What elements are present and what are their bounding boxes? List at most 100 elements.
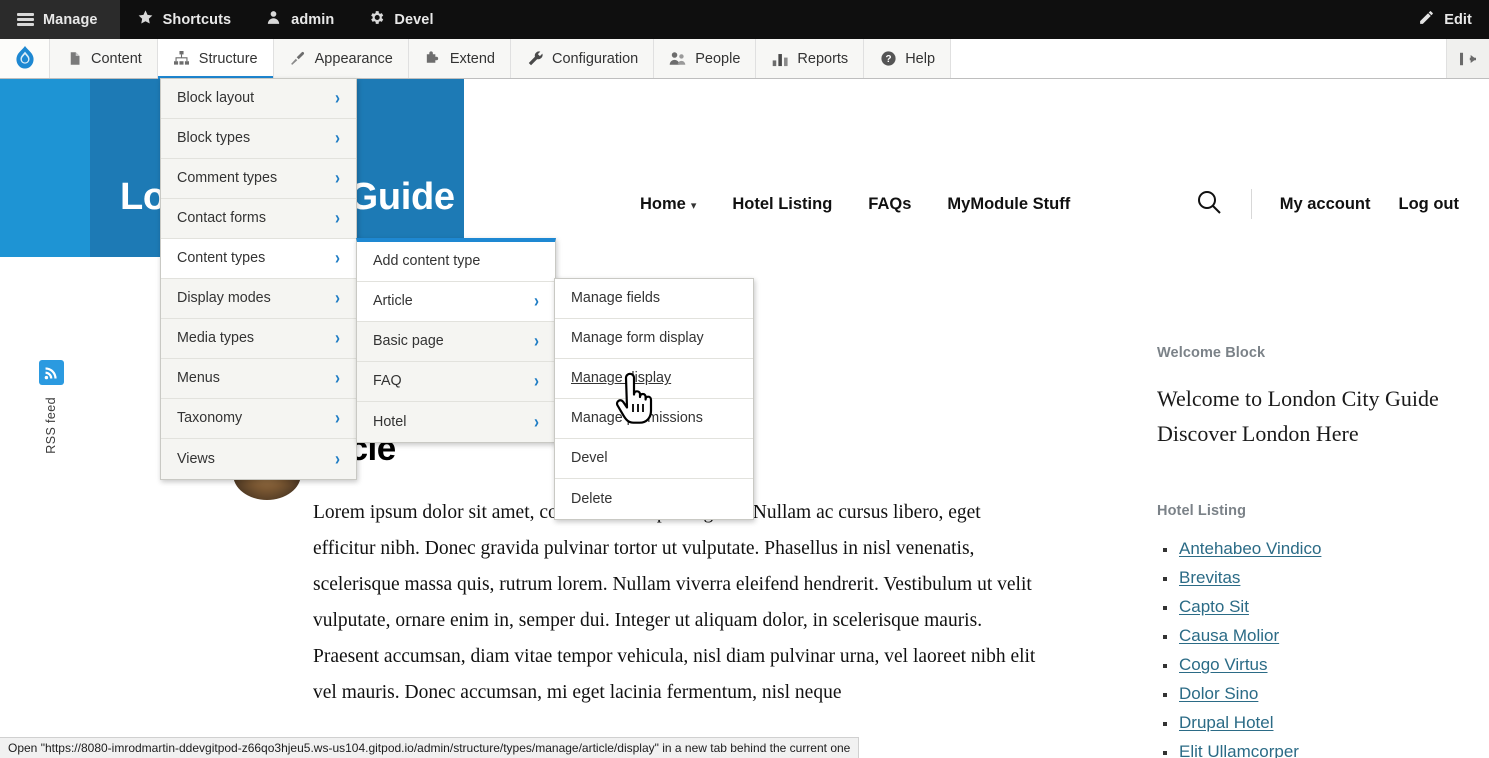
hotel-link[interactable]: Elit Ullamcorper xyxy=(1179,742,1299,758)
menu-item-label: Manage display xyxy=(571,370,672,387)
menu-item-label: Devel xyxy=(571,450,608,467)
nav-item-faqs[interactable]: FAQs xyxy=(868,195,911,214)
admin-bar-spacer xyxy=(451,0,1402,39)
menu-item-content-types[interactable]: Content types › xyxy=(161,239,356,279)
admin-item-label: Devel xyxy=(394,11,434,28)
hotel-link[interactable]: Cogo Virtus xyxy=(1179,655,1268,674)
menu-structure: Block layout › Block types › Comment types… xyxy=(160,78,357,480)
welcome-block-text: Welcome to London City Guide Discover Lo… xyxy=(1157,386,1439,447)
menu-item-manage-permissions[interactable]: Manage permissions xyxy=(555,399,753,439)
menu-item-label: Contact forms xyxy=(177,210,266,227)
hotel-listing-heading: Hotel Listing xyxy=(1157,503,1247,520)
tab-reports[interactable]: Reports xyxy=(756,39,865,78)
menu-item-label: Delete xyxy=(571,490,613,507)
hotel-link[interactable]: Drupal Hotel xyxy=(1179,713,1274,732)
log-out-link[interactable]: Log out xyxy=(1399,195,1459,214)
banner-panel-light xyxy=(0,79,90,257)
chevron-right-icon: › xyxy=(335,247,340,270)
nav-item-home[interactable]: Home ▾ xyxy=(640,195,696,214)
collapse-sidebar-icon[interactable] xyxy=(1447,39,1489,78)
menu-item-menus[interactable]: Menus › xyxy=(161,359,356,399)
menu-item-devel[interactable]: Devel xyxy=(555,439,753,479)
list-item: Dolor Sino xyxy=(1157,684,1477,704)
menu-item-label: Basic page xyxy=(373,333,444,350)
menu-item-display-modes[interactable]: Display modes › xyxy=(161,279,356,319)
menu-item-label: Display modes xyxy=(177,290,271,307)
menu-item-manage-display[interactable]: Manage display xyxy=(555,359,753,399)
tab-appearance[interactable]: Appearance xyxy=(273,39,409,78)
hotel-link[interactable]: Causa Molior xyxy=(1179,626,1279,645)
menu-item-hotel[interactable]: Hotel › xyxy=(357,402,555,442)
menu-item-label: Media types xyxy=(177,330,255,347)
chevron-right-icon: › xyxy=(335,287,340,310)
menu-item-label: Hotel xyxy=(373,413,407,430)
menu-item-basic-page[interactable]: Basic page › xyxy=(357,322,555,362)
chevron-right-icon: › xyxy=(335,127,340,150)
tab-label: Extend xyxy=(449,50,495,67)
menu-item-block-layout[interactable]: Block layout › xyxy=(161,79,356,119)
menu-content-types: Add content type Article › Basic page › FA… xyxy=(356,238,556,443)
status-bar-text: Open "https://8080-imrodmartin-ddevgitpo… xyxy=(8,741,851,755)
admin-item-shortcuts[interactable]: Shortcuts xyxy=(120,0,249,39)
article-body: Lorem ipsum dolor sit amet, consectetur … xyxy=(313,501,1036,703)
menu-item-taxonomy[interactable]: Taxonomy › xyxy=(161,399,356,439)
hamburger-icon xyxy=(17,13,34,26)
toolbar-empty-space xyxy=(951,39,1447,78)
menu-item-contact-forms[interactable]: Contact forms › xyxy=(161,199,356,239)
menu-item-label: Manage permissions xyxy=(571,410,703,427)
rss-label: RSS feed xyxy=(44,397,58,454)
menu-item-manage-fields[interactable]: Manage fields xyxy=(555,279,753,319)
tab-people[interactable]: People xyxy=(654,39,757,78)
sitemap-icon xyxy=(173,50,191,68)
edit-button[interactable]: Edit xyxy=(1401,0,1489,39)
search-icon[interactable] xyxy=(1195,188,1223,221)
menu-item-article[interactable]: Article › xyxy=(357,282,555,322)
chevron-right-icon: › xyxy=(534,290,539,313)
hotel-link[interactable]: Dolor Sino xyxy=(1179,684,1258,703)
nav-item-mymodule-stuff[interactable]: MyModule Stuff xyxy=(947,195,1070,214)
screen: Manage Shortcuts admin Devel Edit Conten… xyxy=(0,0,1489,758)
chevron-right-icon: › xyxy=(335,448,340,470)
list-item: Cogo Virtus xyxy=(1157,655,1477,675)
nav-label: Home xyxy=(640,194,686,213)
admin-item-user[interactable]: admin xyxy=(248,0,351,39)
rss-icon xyxy=(38,360,64,385)
svg-text:?: ? xyxy=(885,54,891,65)
puzzle-icon xyxy=(424,50,442,68)
people-icon xyxy=(669,50,687,68)
nav-item-hotel-listing[interactable]: Hotel Listing xyxy=(732,195,832,214)
tab-structure[interactable]: Structure xyxy=(157,39,274,79)
list-item: Antehabeo Vindico xyxy=(1157,539,1477,559)
welcome-block-heading: Welcome Block xyxy=(1157,345,1266,361)
site-navigation: Home ▾ Hotel Listing FAQs MyModule Stuff xyxy=(640,180,1070,228)
admin-item-devel[interactable]: Devel xyxy=(351,0,450,39)
hotel-link[interactable]: Brevitas xyxy=(1179,568,1240,587)
menu-article-operations: Manage fields Manage form display Manage… xyxy=(554,278,754,520)
tab-configuration[interactable]: Configuration xyxy=(511,39,655,78)
tab-help[interactable]: ? Help xyxy=(864,39,952,78)
rss-feed[interactable]: RSS feed xyxy=(28,360,74,454)
chevron-right-icon: › xyxy=(335,367,340,390)
menu-item-manage-form-display[interactable]: Manage form display xyxy=(555,319,753,359)
menu-item-label: Menus xyxy=(177,370,220,387)
user-icon xyxy=(265,9,282,30)
drupal-drop-icon[interactable] xyxy=(0,39,50,78)
menu-item-views[interactable]: Views › xyxy=(161,439,356,479)
admin-tab-bar: Content Structure Appearance Extend Conf xyxy=(0,39,1489,79)
admin-item-manage[interactable]: Manage xyxy=(0,0,120,39)
menu-item-media-types[interactable]: Media types › xyxy=(161,319,356,359)
menu-item-block-types[interactable]: Block types › xyxy=(161,119,356,159)
hotel-link[interactable]: Capto Sit xyxy=(1179,597,1249,616)
menu-item-add-content-type[interactable]: Add content type xyxy=(357,242,555,282)
gear-icon xyxy=(368,9,385,30)
menu-item-comment-types[interactable]: Comment types › xyxy=(161,159,356,199)
menu-item-delete[interactable]: Delete xyxy=(555,479,753,519)
tab-extend[interactable]: Extend xyxy=(408,39,511,78)
menu-item-faq[interactable]: FAQ › xyxy=(357,362,555,402)
tab-label: Appearance xyxy=(314,50,393,67)
hotel-link[interactable]: Antehabeo Vindico xyxy=(1179,539,1321,558)
menu-item-label: Block types xyxy=(177,130,251,147)
wrench-icon xyxy=(526,50,544,68)
tab-content[interactable]: Content xyxy=(50,39,158,78)
my-account-link[interactable]: My account xyxy=(1280,195,1371,214)
